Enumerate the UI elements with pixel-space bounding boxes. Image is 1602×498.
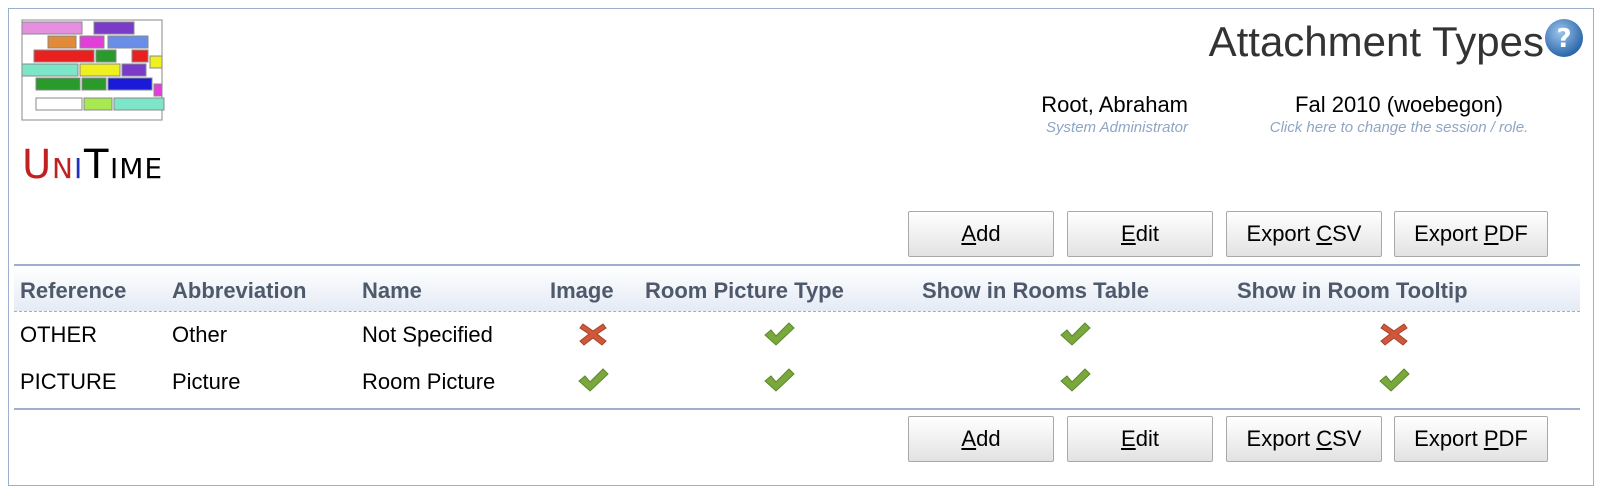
unitime-logo[interactable]: U N I T IME (12, 12, 172, 188)
check-icon (764, 322, 795, 346)
add-button-label: Add (961, 221, 1001, 246)
svg-text:IME: IME (110, 152, 163, 184)
table-bottom-divider (14, 408, 1580, 410)
logo-grid-icon (21, 19, 165, 121)
logo-wordmark: U N I T IME (22, 140, 172, 193)
column-header-abbreviation[interactable]: Abbreviation (172, 278, 306, 304)
page-title: Attachment Types (1208, 18, 1544, 65)
session-hint: Click here to change the session / role. (1269, 119, 1529, 136)
svg-text:?: ? (1556, 24, 1571, 54)
column-header-show-in-rooms-table[interactable]: Show in Rooms Table (922, 278, 1149, 304)
session-info[interactable]: Fal 2010 (woebegon) Click here to change… (1246, 92, 1552, 136)
cross-icon (1380, 323, 1408, 346)
session-name: Fal 2010 (woebegon) (1295, 92, 1503, 117)
table-header-row: Reference Abbreviation Name Image Room P… (14, 266, 1580, 312)
export-csv-button-label: Export CSV (1246, 221, 1362, 246)
export-csv-button-top[interactable]: Export CSV (1226, 211, 1382, 257)
cell-name: Room Picture (362, 369, 496, 394)
help-icon[interactable]: ? (1544, 18, 1584, 58)
cell-abbreviation: Other (172, 322, 228, 347)
edit-button-label: Edit (1121, 221, 1159, 246)
user-info[interactable]: Root, Abraham System Administrator (1041, 92, 1188, 136)
column-header-reference[interactable]: Reference (20, 278, 126, 304)
svg-text:N: N (52, 152, 74, 184)
edit-button-bottom[interactable]: Edit (1067, 416, 1213, 462)
svg-text:T: T (83, 142, 109, 184)
cell-reference: OTHER (20, 322, 97, 347)
column-header-name[interactable]: Name (362, 278, 422, 304)
edit-button-label: Edit (1121, 426, 1159, 451)
svg-text:I: I (74, 152, 83, 184)
export-csv-button-label: Export CSV (1246, 426, 1362, 451)
cross-icon (579, 323, 607, 346)
export-pdf-button-top[interactable]: Export PDF (1394, 211, 1548, 257)
user-role: System Administrator (1046, 119, 1188, 136)
export-pdf-button-label: Export PDF (1414, 221, 1528, 246)
user-name: Root, Abraham (1041, 92, 1188, 117)
column-header-show-in-room-tooltip[interactable]: Show in Room Tooltip (1237, 278, 1468, 304)
edit-button-top[interactable]: Edit (1067, 211, 1213, 257)
add-button-top[interactable]: Add (908, 211, 1054, 257)
check-icon (1379, 368, 1410, 392)
svg-text:U: U (22, 142, 52, 184)
cell-abbreviation: Picture (172, 369, 241, 394)
export-pdf-button-label: Export PDF (1414, 426, 1528, 451)
check-icon (1060, 368, 1091, 392)
cell-name: Not Specified (362, 322, 493, 347)
add-button-bottom[interactable]: Add (908, 416, 1054, 462)
column-header-image[interactable]: Image (550, 278, 614, 304)
column-header-room-picture-type[interactable]: Room Picture Type (645, 278, 844, 304)
check-icon (764, 368, 795, 392)
export-pdf-button-bottom[interactable]: Export PDF (1394, 416, 1548, 462)
export-csv-button-bottom[interactable]: Export CSV (1226, 416, 1382, 462)
check-icon (1060, 322, 1091, 346)
cell-reference: PICTURE (20, 369, 117, 394)
add-button-label: Add (961, 426, 1001, 451)
check-icon (578, 368, 609, 392)
unitime-wordmark-icon: U N I T IME (22, 142, 163, 188)
